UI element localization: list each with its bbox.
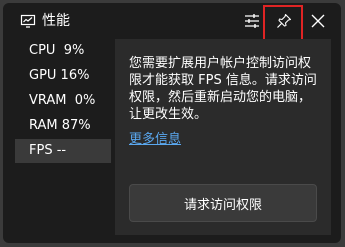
settings-sliders-icon [245,14,259,28]
window-title: 性能 [42,13,70,29]
sidebar-item-cpu[interactable]: CPU 9% [15,39,111,63]
pin-button[interactable] [271,9,297,33]
more-info-link[interactable]: 更多信息 [129,131,181,148]
content-panel: 您需要扩展用户帐户控制访问权限才能获取 FPS 信息。请求访问权限，然后重新启动… [115,39,331,235]
performance-widget: 性能 CPU 9% GPU 16% VRAM 0% RAM 87% FPS --… [3,3,341,243]
sidebar-item-fps[interactable]: FPS -- [15,139,111,163]
sidebar-item-vram[interactable]: VRAM 0% [15,89,111,113]
close-button[interactable] [305,9,331,33]
sidebar-item-ram[interactable]: RAM 87% [15,114,111,138]
sidebar-item-gpu[interactable]: GPU 16% [15,64,111,88]
request-access-button[interactable]: 请求访问权限 [129,184,317,222]
settings-button[interactable] [239,9,265,33]
close-icon [311,14,325,28]
performance-icon [20,14,36,28]
pin-icon [277,13,292,28]
metrics-sidebar: CPU 9% GPU 16% VRAM 0% RAM 87% FPS -- [15,39,111,164]
permission-message: 您需要扩展用户帐户控制访问权限才能获取 FPS 信息。请求访问权限，然后重新启动… [129,56,317,122]
title-bar: 性能 [3,3,341,45]
